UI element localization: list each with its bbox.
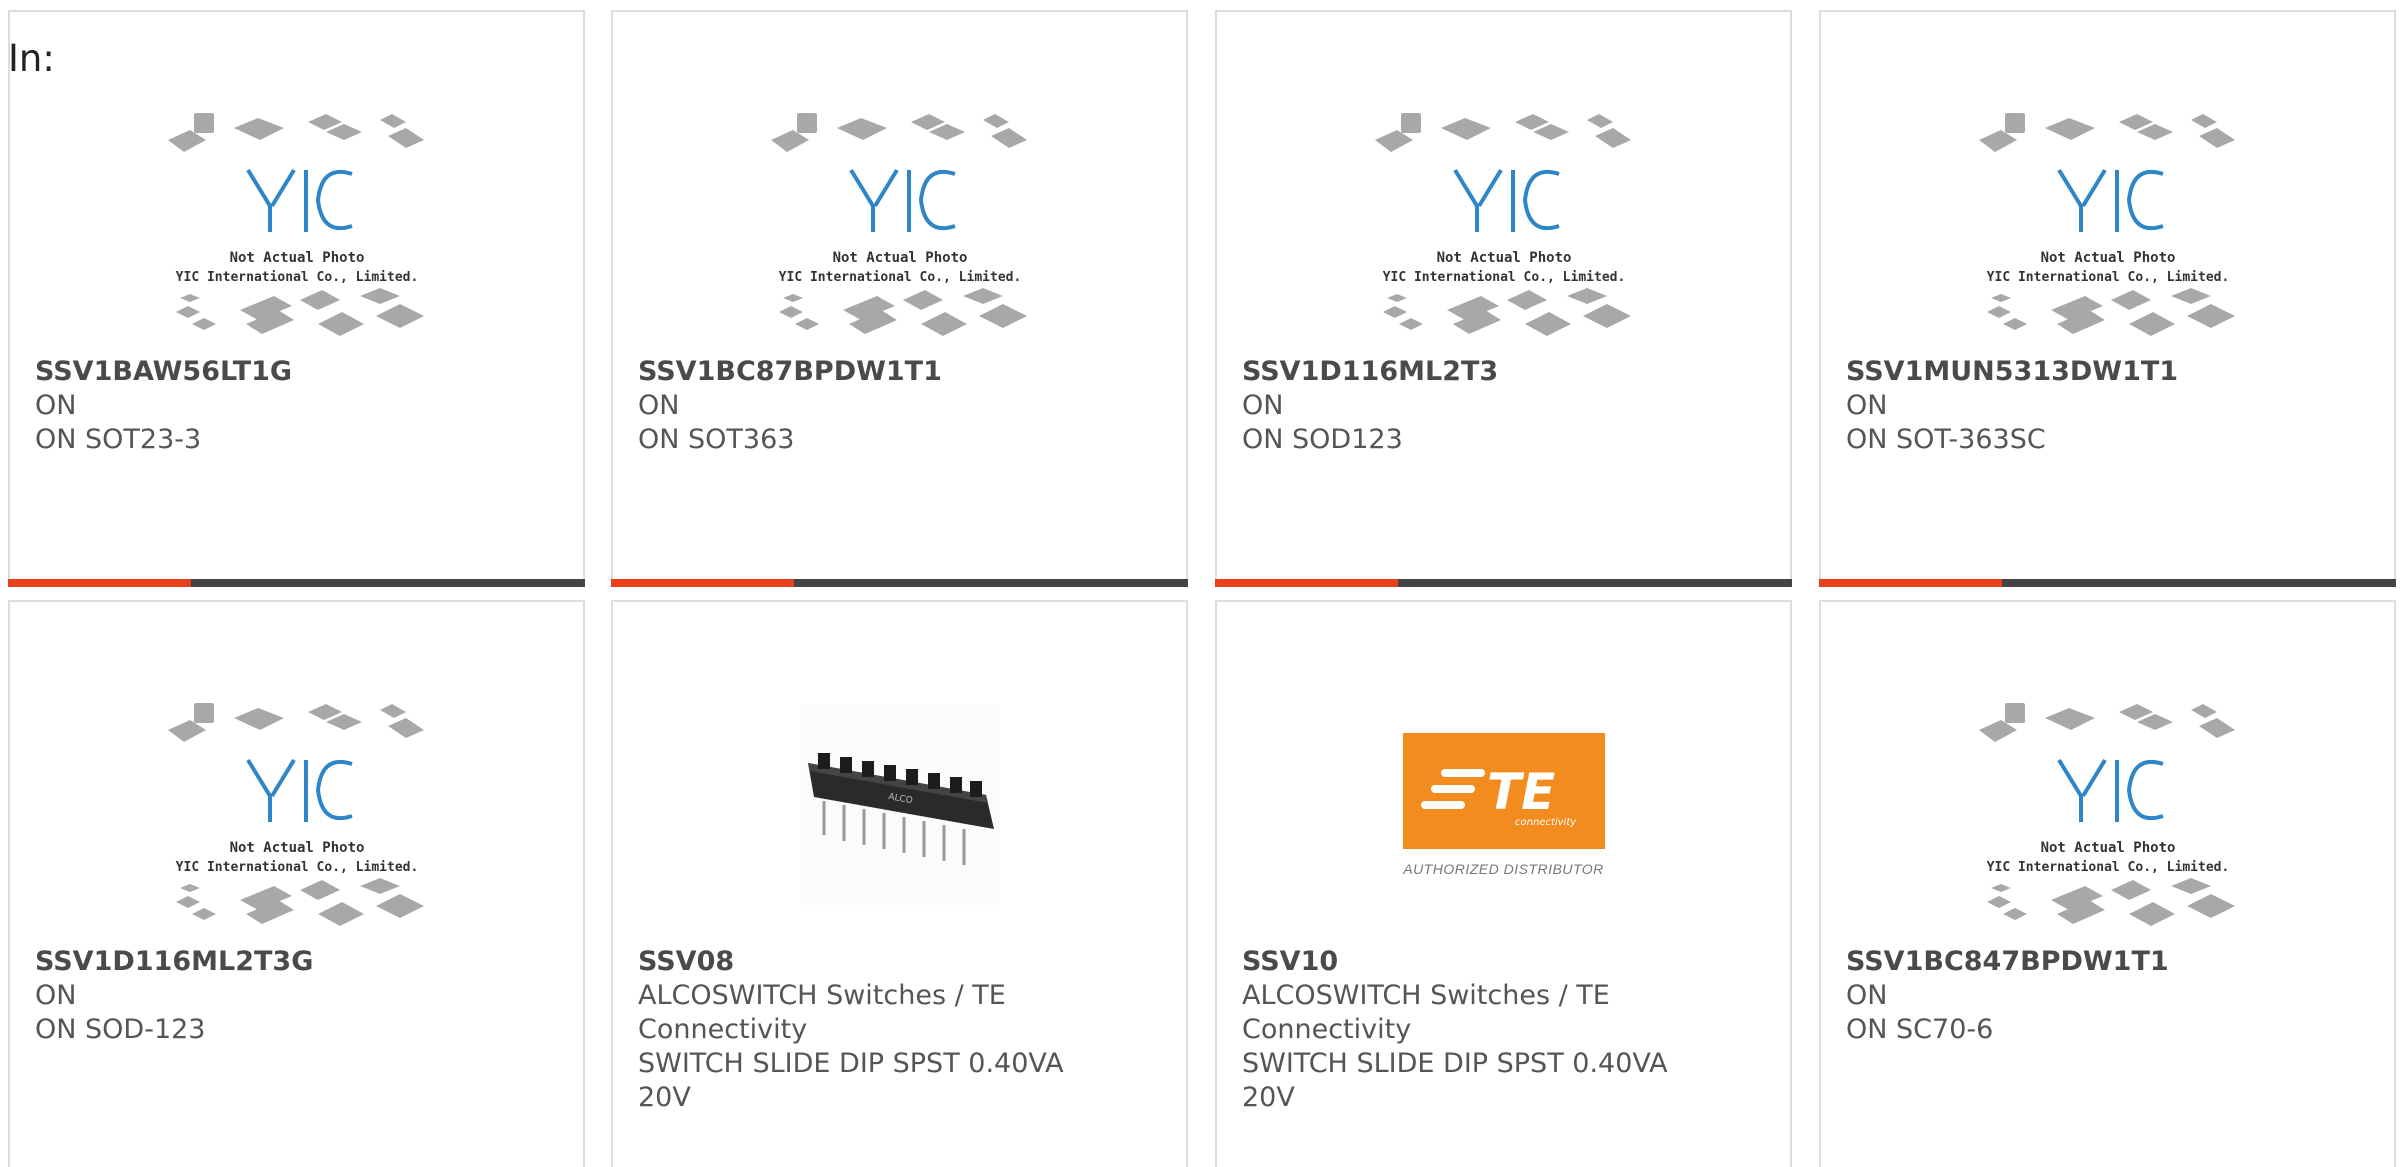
product-image[interactable]: Not Actual Photo YIC International Co., … <box>1821 97 2394 362</box>
package: ON SOT363 <box>638 424 795 455</box>
yic-placeholder-image: Not Actual Photo YIC International Co., … <box>167 112 424 336</box>
card-bottom-bar <box>1215 579 1792 587</box>
yic-line2: YIC International Co., Limited. <box>1986 270 2229 285</box>
dip-switch-photo: ALCO <box>799 704 1000 905</box>
part-number[interactable]: SSV08 <box>638 945 1118 979</box>
product-card[interactable]: Not Actual Photo YIC International Co., … <box>1215 10 1792 587</box>
part-number[interactable]: SSV10 <box>1242 945 1722 979</box>
manufacturer: ON <box>35 980 77 1011</box>
yic-placeholder-image: Not Actual Photo YIC International Co., … <box>167 702 424 926</box>
yic-placeholder-image: Not Actual Photo YIC International Co., … <box>1374 112 1631 336</box>
te-connectivity-logo: TE connectivity AUTHORIZED DISTRIBUTOR <box>1402 732 1605 877</box>
product-image[interactable]: ALCO <box>613 687 1186 952</box>
manufacturer: ON <box>1846 980 1888 1011</box>
manufacturer: ALCOSWITCH Switches / TE Connectivity <box>1242 980 1610 1045</box>
product-card[interactable]: Not Actual Photo YIC International Co., … <box>8 10 585 587</box>
yic-line1: Not Actual Photo <box>229 840 364 856</box>
part-number[interactable]: SSV1BAW56LT1G <box>35 355 515 389</box>
product-image[interactable]: Not Actual Photo YIC International Co., … <box>10 687 583 952</box>
package: ON SOD-123 <box>35 1014 206 1045</box>
product-card[interactable]: Not Actual Photo YIC International Co., … <box>611 10 1188 587</box>
description: SWITCH SLIDE DIP SPST 0.40VA 20V <box>638 1048 1064 1113</box>
product-card[interactable]: ALCO SSV08 ALCOSWITCH Switches / TE Conn… <box>611 600 1188 1167</box>
yic-line2: YIC International Co., Limited. <box>1382 270 1625 285</box>
product-image[interactable]: Not Actual Photo YIC International Co., … <box>1821 687 2394 952</box>
part-number[interactable]: SSV1D116ML2T3 <box>1242 355 1722 389</box>
product-grid-page: In: Not Actual Photo YIC International C… <box>0 0 2400 1167</box>
card-bottom-bar <box>1819 579 2396 587</box>
product-image[interactable]: TE connectivity AUTHORIZED DISTRIBUTOR <box>1217 687 1790 952</box>
yic-line1: Not Actual Photo <box>832 250 967 266</box>
package: ON SOT23-3 <box>35 424 202 455</box>
product-image[interactable]: Not Actual Photo YIC International Co., … <box>1217 97 1790 362</box>
te-logo-mark: TE connectivity <box>1420 763 1577 828</box>
part-number[interactable]: SSV1BC87BPDW1T1 <box>638 355 1118 389</box>
product-card[interactable]: Not Actual Photo YIC International Co., … <box>1819 600 2396 1167</box>
product-card[interactable]: TE connectivity AUTHORIZED DISTRIBUTOR S… <box>1215 600 1792 1167</box>
part-number[interactable]: SSV1BC847BPDW1T1 <box>1846 945 2326 979</box>
manufacturer: ON <box>1242 390 1284 421</box>
yic-line1: Not Actual Photo <box>2040 250 2175 266</box>
product-card[interactable]: Not Actual Photo YIC International Co., … <box>8 600 585 1167</box>
manufacturer: ALCOSWITCH Switches / TE Connectivity <box>638 980 1006 1045</box>
product-image[interactable]: Not Actual Photo YIC International Co., … <box>613 97 1186 362</box>
yic-placeholder-image: Not Actual Photo YIC International Co., … <box>1978 702 2235 926</box>
yic-line2: YIC International Co., Limited. <box>1986 860 2229 875</box>
authorized-distributor-text: AUTHORIZED DISTRIBUTOR <box>1403 860 1604 877</box>
yic-line1: Not Actual Photo <box>1436 250 1571 266</box>
description: SWITCH SLIDE DIP SPST 0.40VA 20V <box>1242 1048 1668 1113</box>
in-label: In: <box>8 37 55 80</box>
yic-line1: Not Actual Photo <box>2040 840 2175 856</box>
manufacturer: ON <box>35 390 77 421</box>
part-number[interactable]: SSV1D116ML2T3G <box>35 945 515 979</box>
yic-placeholder-image: Not Actual Photo YIC International Co., … <box>770 112 1027 336</box>
part-number[interactable]: SSV1MUN5313DW1T1 <box>1846 355 2326 389</box>
manufacturer: ON <box>638 390 680 421</box>
package: ON SOD123 <box>1242 424 1403 455</box>
te-mark-text: TE <box>1487 763 1555 821</box>
package: ON SOT-363SC <box>1846 424 2046 455</box>
package: ON SC70-6 <box>1846 1014 1994 1045</box>
te-sub-text: connectivity <box>1515 817 1577 828</box>
product-card[interactable]: Not Actual Photo YIC International Co., … <box>1819 10 2396 587</box>
yic-placeholder-image: Not Actual Photo YIC International Co., … <box>1978 112 2235 336</box>
yic-line1: Not Actual Photo <box>229 250 364 266</box>
product-image[interactable]: Not Actual Photo YIC International Co., … <box>10 97 583 362</box>
card-bottom-bar <box>8 579 585 587</box>
card-bottom-bar <box>611 579 1188 587</box>
yic-line2: YIC International Co., Limited. <box>778 270 1021 285</box>
yic-line2: YIC International Co., Limited. <box>175 860 418 875</box>
yic-line2: YIC International Co., Limited. <box>175 270 418 285</box>
manufacturer: ON <box>1846 390 1888 421</box>
